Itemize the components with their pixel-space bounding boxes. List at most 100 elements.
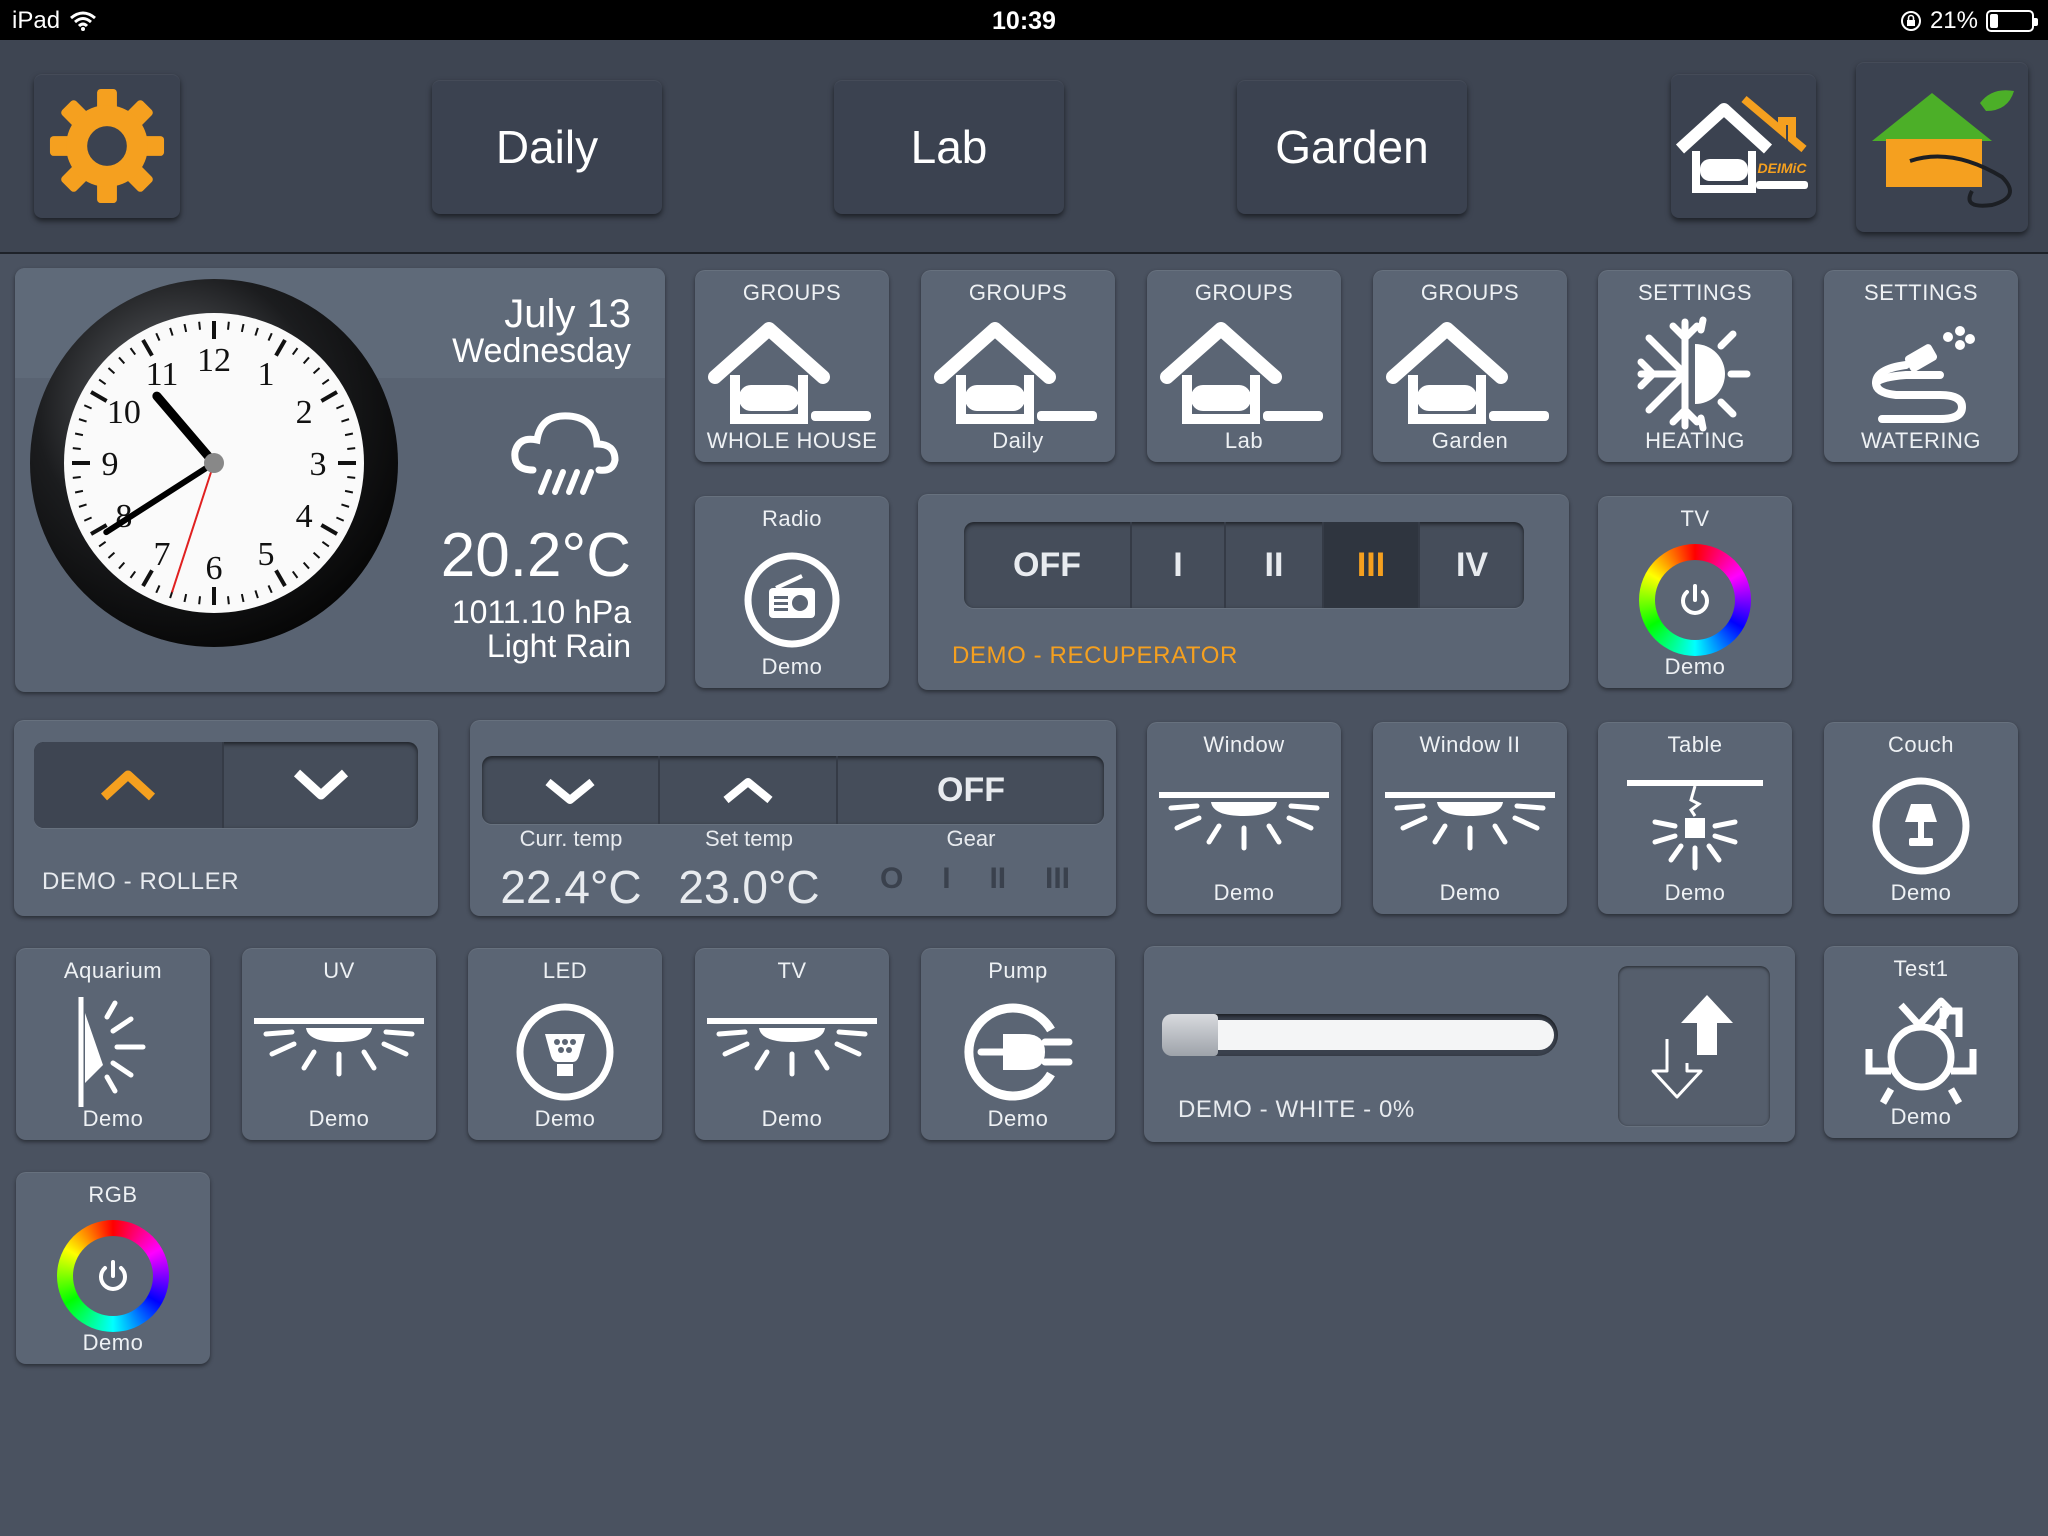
tile-title: SETTINGS	[1863, 280, 1978, 305]
group-tile-whole-house[interactable]: GROUPS WHOLE HOUSE	[695, 270, 889, 462]
tile-subtitle: Demo	[987, 1106, 1049, 1131]
recuperator-option-i[interactable]: I	[1132, 522, 1226, 608]
watering-icon	[1824, 314, 2018, 434]
tile-title: LED	[542, 958, 588, 983]
temp-up-button[interactable]	[660, 756, 838, 824]
dimmer-slider-handle[interactable]	[1162, 1014, 1218, 1056]
recuperator-widget: OFF I II III IV DEMO - RECUPERATOR	[918, 494, 1569, 690]
recuperator-option-off[interactable]: OFF	[964, 522, 1132, 608]
device-tile-tv[interactable]: TV Demo	[695, 948, 889, 1140]
settings-button[interactable]	[34, 74, 180, 218]
deimic-home-button[interactable]: DEIMiC	[1671, 74, 1816, 218]
gear-level-1[interactable]: I	[942, 862, 950, 896]
tv-color-tile[interactable]: TV Demo	[1598, 496, 1792, 688]
roller-up-button[interactable]	[34, 742, 224, 828]
nav-lab-button[interactable]: Lab	[834, 80, 1064, 214]
radio-tile[interactable]: Radio Demo	[695, 496, 889, 688]
roller-widget: DEMO - ROLLER	[14, 720, 438, 916]
device-tile-uv[interactable]: UV Demo	[242, 948, 436, 1140]
weekday-label: Wednesday	[452, 332, 631, 370]
svg-text:DEIMiC: DEIMiC	[1757, 160, 1807, 176]
gear-level-3[interactable]: III	[1045, 862, 1070, 896]
chevron-up-icon	[100, 770, 156, 801]
device-tile-aquarium[interactable]: Aquarium Demo	[16, 948, 210, 1140]
group-tile-lab[interactable]: GROUPS Lab	[1147, 270, 1341, 462]
condition-label: Light Rain	[486, 628, 631, 664]
light-tile-couch[interactable]: Couch Demo	[1824, 722, 2018, 914]
test1-tile[interactable]: Test1 Demo	[1824, 946, 2018, 1138]
tile-subtitle: Demo	[1439, 880, 1501, 905]
light-tile-window[interactable]: Window Demo	[1147, 722, 1341, 914]
group-tile-heating[interactable]: SETTINGS HEATING	[1598, 270, 1792, 462]
temperature-label: 20.2°C	[440, 521, 631, 590]
garden-home-icon	[1872, 90, 2014, 208]
tile-subtitle: Garden	[1431, 428, 1509, 453]
clock-number: 6	[206, 550, 223, 587]
gear-level-2[interactable]: II	[989, 862, 1006, 896]
house-group-icon	[1373, 314, 1567, 434]
clock-tick	[72, 447, 81, 450]
house-group-icon	[1147, 314, 1341, 434]
thermostat-widget: OFF Curr. temp Set temp Gear 22.4°C 23.0…	[470, 720, 1116, 916]
dimmer-slider-track[interactable]	[1162, 1014, 1558, 1056]
ceiling-light-icon	[242, 992, 436, 1112]
light-tile-table[interactable]: Table Demo	[1598, 722, 1792, 914]
garden-home-button[interactable]	[1856, 62, 2028, 232]
dimmer-toggle-button[interactable]	[1618, 966, 1770, 1126]
roller-label: DEMO - ROLLER	[42, 868, 240, 895]
light-tile-window-ii[interactable]: Window II Demo	[1373, 722, 1567, 914]
tile-title: TV	[777, 958, 807, 983]
group-tile-daily[interactable]: GROUPS Daily	[921, 270, 1115, 462]
clock-number: 3	[310, 446, 327, 483]
status-bar: iPad 10:39 21%	[0, 0, 2048, 40]
gear-levels: O I II III	[880, 862, 1070, 896]
color-wheel-power-icon	[57, 1220, 169, 1332]
wall-light-icon	[16, 992, 210, 1112]
rain-cloud-icon	[511, 412, 619, 495]
date-label: July 13	[504, 292, 631, 336]
tile-subtitle: Daily	[992, 428, 1044, 453]
clock-number: 11	[146, 356, 179, 393]
ceiling-light-icon	[695, 992, 889, 1112]
recuperator-option-iv[interactable]: IV	[1420, 522, 1524, 608]
clock-number: 1	[258, 356, 275, 393]
tile-subtitle: Demo	[761, 654, 823, 679]
recuperator-option-ii[interactable]: II	[1226, 522, 1324, 608]
tile-icon-wrap	[16, 1216, 210, 1336]
analog-clock: 1234567891011 12	[30, 279, 398, 647]
clock-number: 12	[197, 342, 231, 379]
device-tile-pump[interactable]: Pump Demo	[921, 948, 1115, 1140]
clock-number: 2	[296, 394, 313, 431]
tile-subtitle: WHOLE HOUSE	[706, 428, 878, 453]
rotation-lock-icon	[1900, 11, 1921, 31]
gear-level-0[interactable]: O	[880, 862, 903, 896]
group-tile-watering[interactable]: SETTINGS WATERING	[1824, 270, 2018, 462]
group-tile-garden[interactable]: GROUPS Garden	[1373, 270, 1567, 462]
set-temp-value: 23.0°C	[678, 861, 820, 913]
nav-garden-button[interactable]: Garden	[1237, 80, 1467, 214]
tile-subtitle: HEATING	[1645, 428, 1745, 453]
clock-number: 5	[258, 536, 275, 573]
valve-icon	[1865, 997, 1977, 1105]
tile-title: TV	[1680, 506, 1710, 531]
chevron-up-icon	[723, 778, 773, 804]
tile-subtitle: Demo	[82, 1106, 144, 1131]
gear-off-button[interactable]: OFF	[838, 756, 1104, 824]
recuperator-option-iii[interactable]: III	[1324, 522, 1420, 608]
rgb-tile[interactable]: RGB Demo	[16, 1172, 210, 1364]
tile-subtitle: Demo	[1213, 880, 1275, 905]
dimmer-label: DEMO - WHITE - 0%	[1178, 1096, 1415, 1123]
tile-title: Radio	[762, 506, 822, 531]
nav-daily-button[interactable]: Daily	[432, 80, 662, 214]
house-group-icon	[695, 314, 889, 434]
roller-controls	[34, 742, 418, 828]
color-wheel-power-icon	[1639, 544, 1751, 656]
temp-down-button[interactable]	[482, 756, 660, 824]
gear-icon	[49, 88, 165, 204]
device-tile-led[interactable]: LED Demo	[468, 948, 662, 1140]
roller-down-button[interactable]	[224, 742, 418, 828]
pressure-label: 1011.10 hPa	[451, 594, 631, 630]
tile-title: UV	[323, 958, 355, 983]
clock-number: 7	[154, 536, 171, 573]
ceiling-light-icon	[1373, 766, 1567, 886]
